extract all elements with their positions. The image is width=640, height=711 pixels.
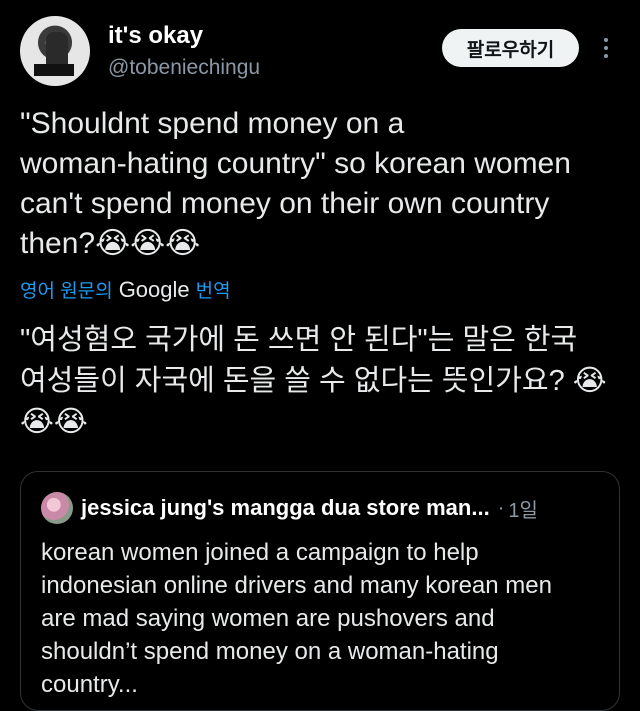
translated-by-suffix: 번역 bbox=[195, 281, 231, 302]
quoted-tweet-card[interactable]: jessica jung's mangga dua store man... ·… bbox=[20, 471, 620, 711]
google-logo: Google bbox=[118, 276, 190, 302]
author-avatar[interactable] bbox=[20, 16, 90, 86]
quoted-author-name[interactable]: jessica jung's mangga dua store man... bbox=[81, 495, 490, 521]
author-handle[interactable]: @tobeniechingu bbox=[108, 56, 260, 80]
quoted-timestamp[interactable]: 1일 bbox=[508, 494, 538, 523]
quoted-tweet-text: korean women joined a campaign to help i… bbox=[41, 539, 552, 698]
quoted-time-separator: · bbox=[497, 496, 505, 519]
tweet-text: "Shouldnt spend money on a woman-hating … bbox=[20, 107, 571, 260]
more-dot bbox=[604, 54, 608, 58]
translated-by-google[interactable]: 영어 원문의 Google 번역 bbox=[20, 276, 231, 303]
author-name[interactable]: it's okay bbox=[108, 22, 203, 50]
avatar-caption bbox=[34, 64, 74, 76]
more-dot bbox=[604, 38, 608, 42]
translated-tweet-text: "여성혐오 국가에 돈 쓰면 안 된다"는 말은 한국 여성들이 자국에 돈을 … bbox=[20, 324, 607, 438]
tweet-header: it's okay @tobeniechingu 팔로우하기 bbox=[20, 16, 620, 86]
follow-button[interactable]: 팔로우하기 bbox=[442, 29, 579, 67]
quoted-tweet-header: jessica jung's mangga dua store man... ·… bbox=[41, 492, 599, 524]
more-dot bbox=[604, 46, 608, 50]
more-vertical-icon[interactable] bbox=[594, 30, 618, 66]
translated-by-prefix: 영어 원문의 bbox=[20, 281, 113, 302]
quoted-author-avatar[interactable] bbox=[41, 492, 73, 524]
